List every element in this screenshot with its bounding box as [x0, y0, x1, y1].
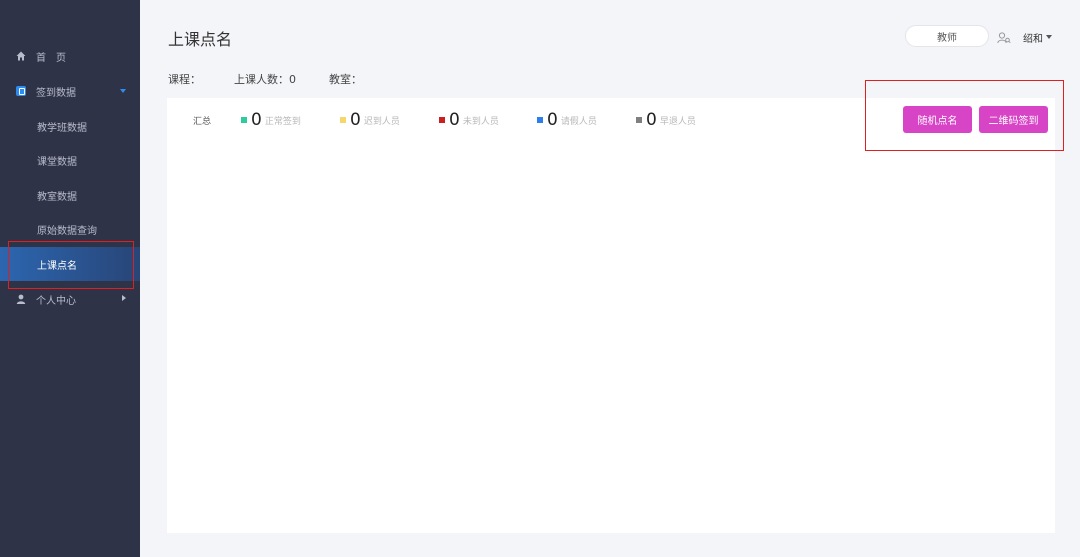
legend-swatch — [439, 117, 445, 123]
chevron-down-icon[interactable] — [1046, 35, 1052, 39]
legend-swatch — [537, 117, 543, 123]
stat-label: 正常签到 — [264, 116, 301, 127]
sidebar-item-label: 首 页 — [36, 52, 66, 64]
course-label: 课程： — [168, 73, 201, 86]
stat-value: 0 — [449, 110, 460, 130]
data-icon — [16, 86, 26, 96]
sidebar-item-checkin-data[interactable]: 签到数据 — [0, 74, 140, 108]
page-title: 上课点名 — [168, 30, 233, 49]
highlight-box — [865, 80, 1064, 151]
house-icon — [16, 51, 26, 61]
legend-swatch — [340, 117, 346, 123]
sidebar-item-class-data[interactable]: 教学班数据 — [0, 109, 140, 143]
sidebar-item-label: 个人中心 — [36, 295, 76, 307]
sidebar-item-classroom-data[interactable]: 教室数据 — [0, 178, 140, 212]
chevron-down-icon — [120, 89, 126, 93]
sidebar-item-label: 课堂数据 — [37, 156, 77, 168]
user-name[interactable]: 绍和 — [1023, 30, 1043, 45]
stat-leave: 0 请假人员 — [537, 109, 597, 131]
stat-absent: 0 未到人员 — [439, 109, 499, 131]
stat-label: 未到人员 — [462, 116, 499, 127]
user-icon[interactable] — [997, 29, 1011, 48]
stat-late: 0 迟到人员 — [340, 109, 400, 131]
stat-value: 0 — [547, 110, 558, 130]
sidebar-item-lesson-data[interactable]: 课堂数据 — [0, 143, 140, 177]
stat-value: 0 — [251, 110, 262, 130]
legend-swatch — [636, 117, 642, 123]
stat-normal: 0 正常签到 — [241, 109, 301, 131]
stat-label: 早退人员 — [659, 116, 696, 127]
stat-label: 请假人员 — [560, 116, 597, 127]
person-icon — [16, 294, 26, 304]
sidebar-item-label: 签到数据 — [36, 87, 76, 99]
sidebar-item-label: 原始数据查询 — [37, 225, 97, 237]
stat-value: 0 — [350, 110, 361, 130]
role-selector[interactable]: 教师 — [905, 25, 989, 47]
sidebar-item-label: 教室数据 — [37, 191, 77, 203]
roll-call-panel — [167, 98, 1055, 533]
stat-label: 迟到人员 — [363, 116, 400, 127]
sidebar-item-label: 教学班数据 — [37, 122, 87, 134]
sidebar-item-home[interactable]: 首 页 — [0, 39, 140, 73]
stat-early-leave: 0 早退人员 — [636, 109, 696, 131]
stat-value: 0 — [646, 110, 657, 130]
summary-label: 汇总 — [193, 117, 212, 127]
attendance-count: 上课人数：0 — [234, 73, 296, 86]
chevron-right-icon — [122, 295, 126, 301]
highlight-box — [8, 241, 134, 289]
classroom-label: 教室： — [329, 73, 362, 86]
legend-swatch — [241, 117, 247, 123]
